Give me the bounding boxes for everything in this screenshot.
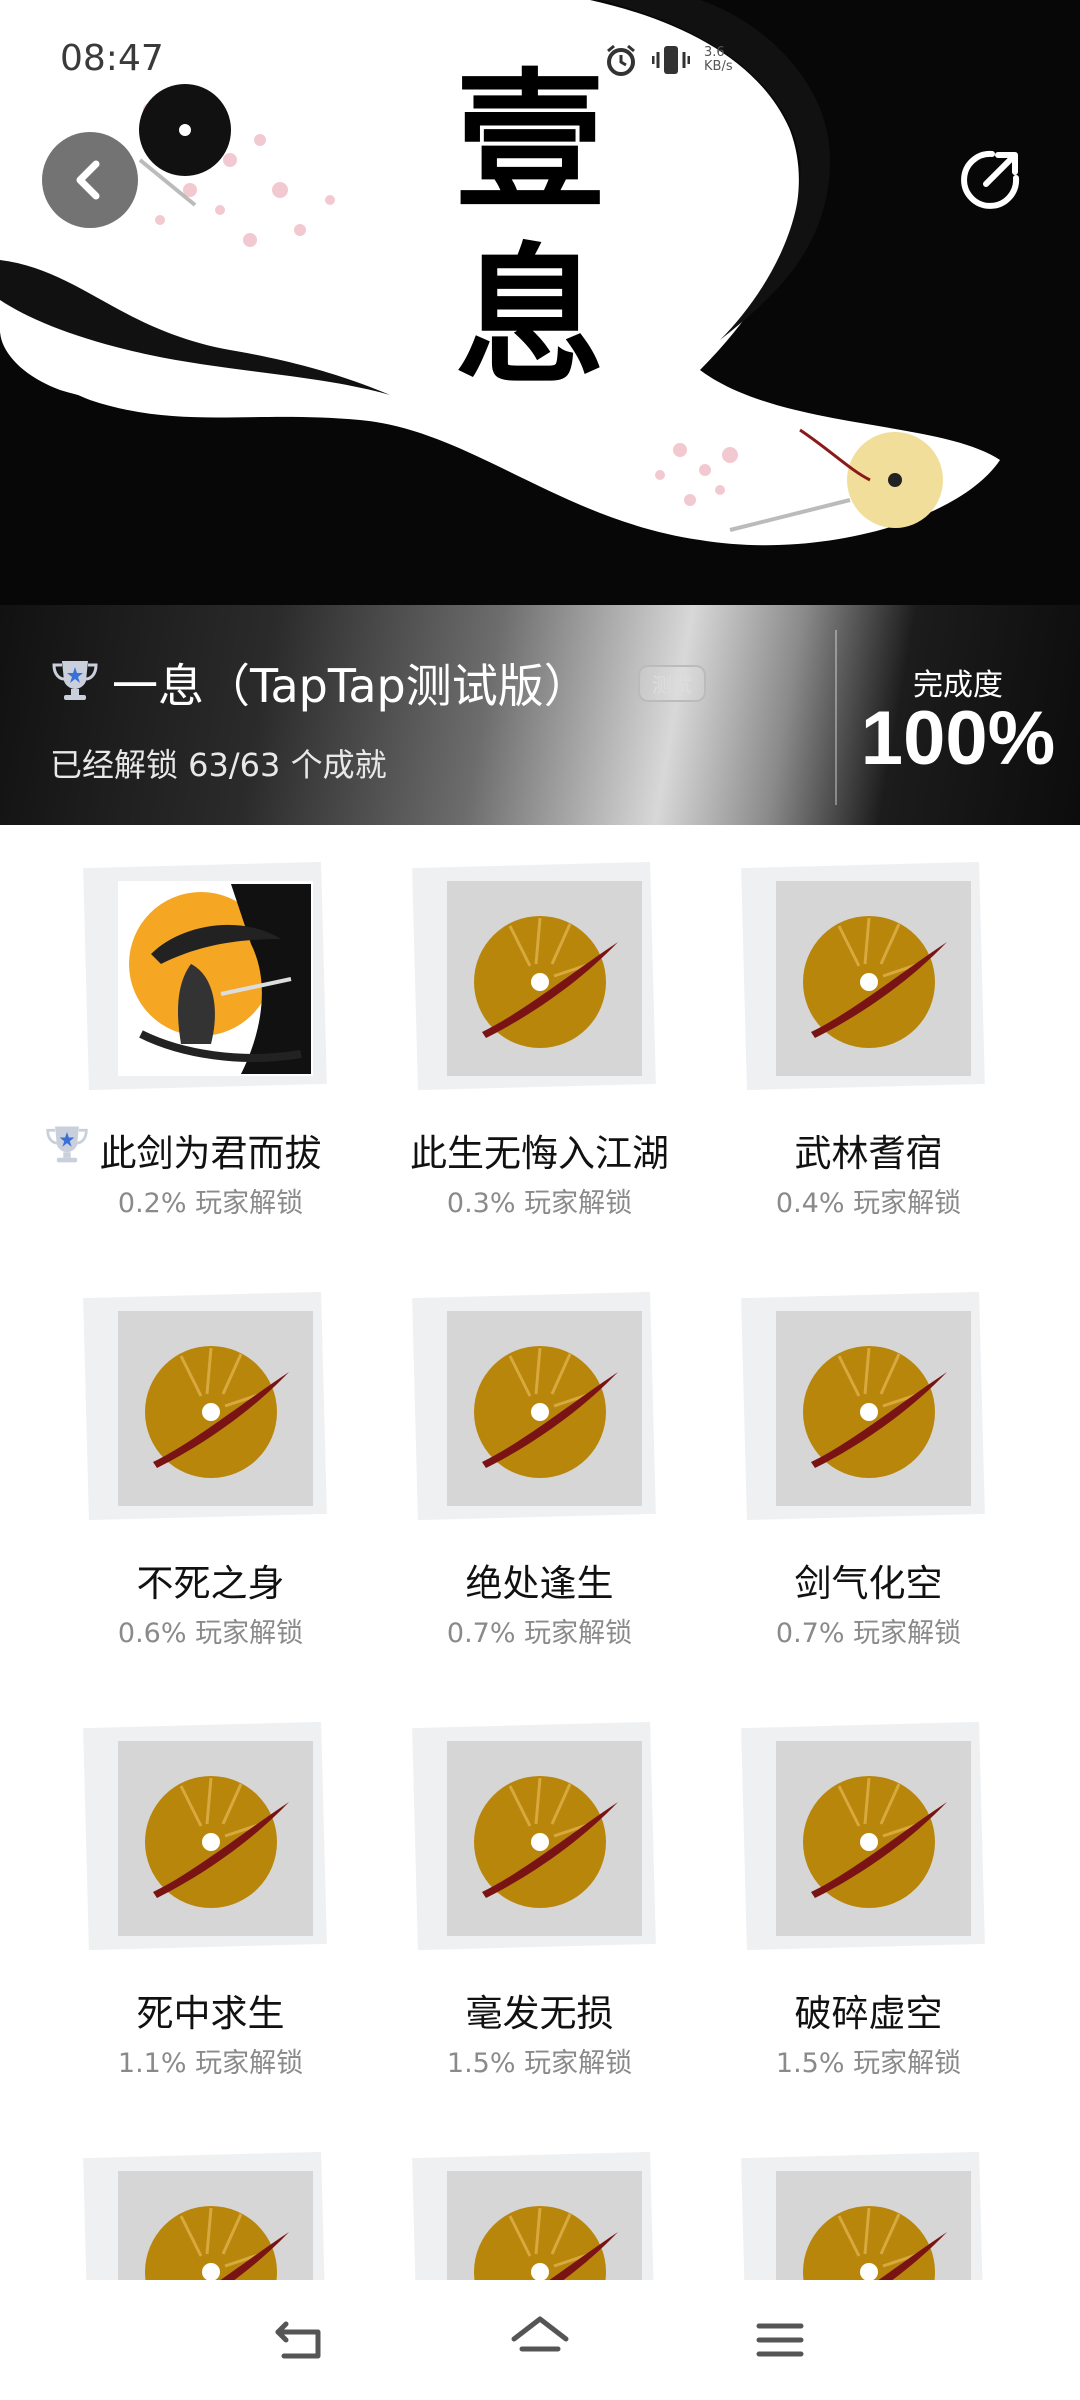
achievement-name: 不死之身 bbox=[136, 1562, 285, 1605]
achievement-icon bbox=[118, 1311, 313, 1506]
achievement-card[interactable] bbox=[46, 2115, 375, 2280]
achievement-name: 死中求生 bbox=[136, 1992, 285, 2035]
achievement-unlock-rate: 0.3% 玩家解锁 bbox=[446, 1188, 633, 1219]
test-tag: 测试 bbox=[638, 665, 706, 702]
status-bar: 08:47 3.6 KB/s bbox=[0, 0, 1080, 100]
vibrate-icon bbox=[652, 46, 690, 74]
achievement-card[interactable]: 绝处逢生 0.7% 玩家解锁 bbox=[375, 1255, 704, 1649]
chevron-left-icon bbox=[76, 160, 100, 200]
achievement-name: 武林耆宿 bbox=[794, 1132, 943, 1175]
locked-achievement-icon bbox=[473, 915, 618, 1048]
achievement-icon bbox=[447, 2171, 642, 2280]
system-nav-bar bbox=[0, 2280, 1080, 2400]
achievement-unlock-rate: 1.5% 玩家解锁 bbox=[446, 2048, 633, 2079]
achievement-card[interactable]: 毫发无损 1.5% 玩家解锁 bbox=[375, 1685, 704, 2079]
share-icon bbox=[961, 150, 1020, 209]
game-info-bar: 一息（TapTap测试版） 测试 已经解锁 63/63 个成就 完成度 100% bbox=[0, 605, 1080, 825]
trophy-icon bbox=[52, 661, 98, 700]
locked-achievement-icon bbox=[802, 1345, 947, 1478]
achievement-card[interactable]: 不死之身 0.6% 玩家解锁 bbox=[46, 1255, 375, 1649]
achievement-icon bbox=[776, 1741, 971, 1936]
achievement-card[interactable]: 破碎虚空 1.5% 玩家解锁 bbox=[704, 1685, 1033, 2079]
achievement-icon bbox=[118, 2171, 313, 2280]
logo-char-2: 息 bbox=[454, 229, 605, 405]
game-title: 一息（TapTap测试版） bbox=[112, 659, 590, 713]
achievement-icon bbox=[776, 881, 971, 1076]
achievement-unlock-rate: 0.6% 玩家解锁 bbox=[117, 1618, 304, 1649]
achievement-card[interactable]: 武林耆宿 0.4% 玩家解锁 bbox=[704, 825, 1033, 1219]
status-icons: 3.6 KB/s bbox=[604, 40, 733, 80]
locked-achievement-icon bbox=[144, 1775, 289, 1908]
achievement-unlock-rate: 0.4% 玩家解锁 bbox=[775, 1188, 962, 1219]
network-speed-icon: 3.6 KB/s bbox=[704, 46, 733, 74]
net-speed-value: 3.6 bbox=[704, 45, 725, 60]
achievement-card[interactable]: 此生无悔入江湖 0.3% 玩家解锁 bbox=[375, 825, 704, 1219]
achievement-card[interactable]: 死中求生 1.1% 玩家解锁 bbox=[46, 1685, 375, 2079]
achievement-unlock-rate: 0.7% 玩家解锁 bbox=[446, 1618, 633, 1649]
locked-achievement-icon bbox=[144, 2205, 289, 2280]
alarm-icon bbox=[607, 44, 635, 76]
locked-achievement-icon bbox=[802, 1775, 947, 1908]
completion-value: 100% bbox=[860, 696, 1056, 781]
achievement-icon bbox=[118, 1741, 313, 1936]
achievement-card[interactable]: 剑气化空 0.7% 玩家解锁 bbox=[704, 1255, 1033, 1649]
achievement-name: 绝处逢生 bbox=[465, 1562, 614, 1605]
achievement-card[interactable] bbox=[375, 2115, 704, 2280]
nav-back-icon bbox=[275, 2321, 321, 2359]
game-header: 壹 息 08:47 3.6 KB/s 一息（TapTap测试版） 测试 已经解锁… bbox=[0, 0, 1080, 825]
locked-achievement-icon bbox=[473, 1775, 618, 1908]
locked-achievement-icon bbox=[473, 2205, 618, 2280]
game-logo-title: 壹 息 bbox=[430, 55, 630, 405]
nav-menu-icon bbox=[756, 2323, 804, 2357]
nav-home-icon bbox=[511, 2316, 569, 2359]
achievement-name: 毫发无损 bbox=[465, 1992, 614, 2035]
unlocked-achievement-art bbox=[120, 883, 311, 1074]
unlock-summary: 已经解锁 63/63 个成就 bbox=[50, 746, 387, 784]
net-speed-unit: KB/s bbox=[704, 59, 733, 74]
achievement-unlock-rate: 1.5% 玩家解锁 bbox=[775, 2048, 962, 2079]
achievement-card[interactable] bbox=[704, 2115, 1033, 2280]
nav-back-button[interactable] bbox=[265, 2310, 335, 2370]
status-time: 08:47 bbox=[60, 38, 164, 79]
achievement-name: 此剑为君而拔 bbox=[99, 1132, 322, 1175]
achievement-name: 此生无悔入江湖 bbox=[410, 1132, 669, 1175]
nav-home-button[interactable] bbox=[505, 2310, 575, 2370]
achievement-icon bbox=[447, 881, 642, 1076]
achievement-name: 剑气化空 bbox=[794, 1562, 943, 1605]
locked-achievement-icon bbox=[802, 2205, 947, 2280]
divider bbox=[835, 630, 837, 805]
achievement-icon bbox=[776, 2171, 971, 2280]
achievement-icon bbox=[447, 1311, 642, 1506]
locked-achievement-icon bbox=[473, 1345, 618, 1478]
achievement-unlock-rate: 1.1% 玩家解锁 bbox=[117, 2048, 304, 2079]
achievement-name: 破碎虚空 bbox=[794, 1992, 943, 2035]
locked-achievement-icon bbox=[802, 915, 947, 1048]
achievement-icon bbox=[118, 881, 313, 1076]
nav-menu-button[interactable] bbox=[745, 2310, 815, 2370]
share-button[interactable] bbox=[950, 140, 1030, 220]
locked-achievement-icon bbox=[144, 1345, 289, 1478]
achievement-icon bbox=[447, 1741, 642, 1936]
achievement-icon bbox=[776, 1311, 971, 1506]
achievement-grid: 此剑为君而拔 0.2% 玩家解锁 此生无悔入江湖 0.3% 玩家解锁 武林耆宿 … bbox=[0, 825, 1080, 2280]
achievement-card[interactable]: 此剑为君而拔 0.2% 玩家解锁 bbox=[46, 825, 375, 1219]
achievement-unlock-rate: 0.7% 玩家解锁 bbox=[775, 1618, 962, 1649]
back-button[interactable] bbox=[42, 132, 138, 228]
achievement-unlock-rate: 0.2% 玩家解锁 bbox=[117, 1188, 304, 1219]
